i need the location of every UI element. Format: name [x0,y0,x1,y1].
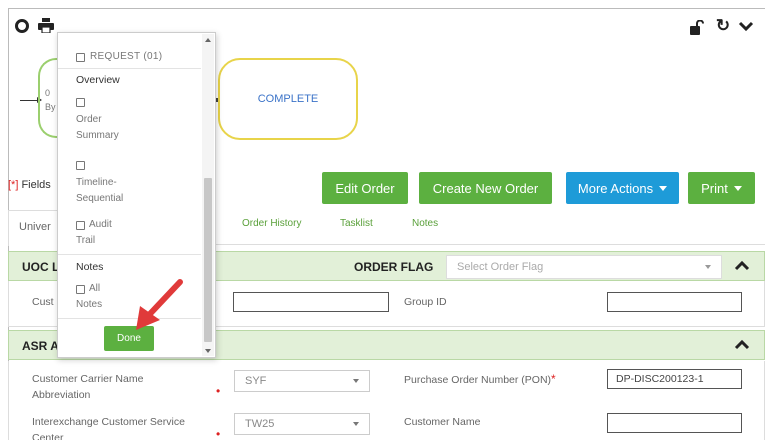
lock-open-icon[interactable] [690,19,704,35]
all-notes-label-2: Notes [76,299,103,310]
notes-heading: Notes [76,261,104,273]
customer-name-input[interactable] [607,413,742,433]
edit-order-button[interactable]: Edit Order [322,172,408,204]
refresh-icon[interactable]: ↻ [714,16,732,35]
caret-down-icon [733,185,742,191]
all-notes-label-1: All [89,283,101,294]
order-summary-label: Order Summary [76,114,119,141]
audit-trail-checkbox[interactable] [76,221,85,230]
workflow-step-complete[interactable]: COMPLETE [218,58,358,140]
group-id-label: Group ID [404,296,447,308]
ics-select[interactable]: TW25 [234,413,370,435]
tab-order-history[interactable]: Order History [242,218,301,229]
scroll-up-icon[interactable] [205,38,211,42]
workflow-step-partial-text: 0 By [45,88,56,112]
all-notes-checkbox[interactable] [76,285,85,294]
chevron-up-icon[interactable] [734,258,750,274]
audit-trail-label-2: Trail [76,235,96,246]
tab-universal[interactable]: Univer [8,210,60,246]
request-option-label: REQUEST (01) [90,51,163,62]
chevron-down-icon[interactable] [738,18,754,34]
ccna-select[interactable]: SYF [234,370,370,392]
caret-down-icon [353,422,359,426]
ccna-label: Customer Carrier Name Abbreviation [32,373,144,401]
printer-icon[interactable] [38,18,54,34]
timeline-label: Timeline- Sequential [76,177,124,204]
pon-input[interactable]: DP-DISC200123-1 [607,369,742,389]
cust-label: Cust [32,296,54,308]
more-actions-button[interactable]: More Actions [566,172,679,204]
divider [58,254,201,255]
required-marker: • [216,427,221,440]
required-marker: • [216,384,221,398]
group-id-input[interactable] [607,292,742,312]
divider [58,68,201,69]
ics-label: Interexchange Customer Service Center [32,416,185,440]
create-new-order-button[interactable]: Create New Order [419,172,552,204]
tab-tasklist[interactable]: Tasklist [340,218,373,229]
request-checkbox[interactable] [76,53,85,62]
caret-down-icon [353,379,359,383]
circle-icon[interactable] [15,19,29,33]
overview-heading: Overview [76,74,120,86]
required-fields-legend: [*] Fields [8,179,51,191]
caret-down-icon [659,185,668,191]
caret-down-icon [705,265,711,269]
workflow-complete-label: COMPLETE [257,93,319,105]
print-button[interactable]: Print [688,172,755,204]
order-flag-label: ORDER FLAG [354,260,434,274]
dropdown-scroll-thumb[interactable] [204,178,212,342]
uoc-section-title: UOC L [22,260,60,274]
pon-label: Purchase Order Number (PON)* [404,372,556,386]
scroll-down-icon[interactable] [205,349,211,353]
order-flag-select[interactable]: Select Order Flag [446,255,722,279]
uoc-cust-input[interactable] [233,292,389,312]
asr-section-title: ASR A [22,339,59,353]
customer-name-label: Customer Name [404,416,481,428]
audit-trail-label-1: Audit [89,219,112,230]
chevron-up-icon[interactable] [734,337,750,353]
annotation-arrow-icon [136,279,183,330]
tab-notes[interactable]: Notes [412,218,438,229]
timeline-checkbox[interactable] [76,161,85,170]
order-summary-checkbox[interactable] [76,98,85,107]
